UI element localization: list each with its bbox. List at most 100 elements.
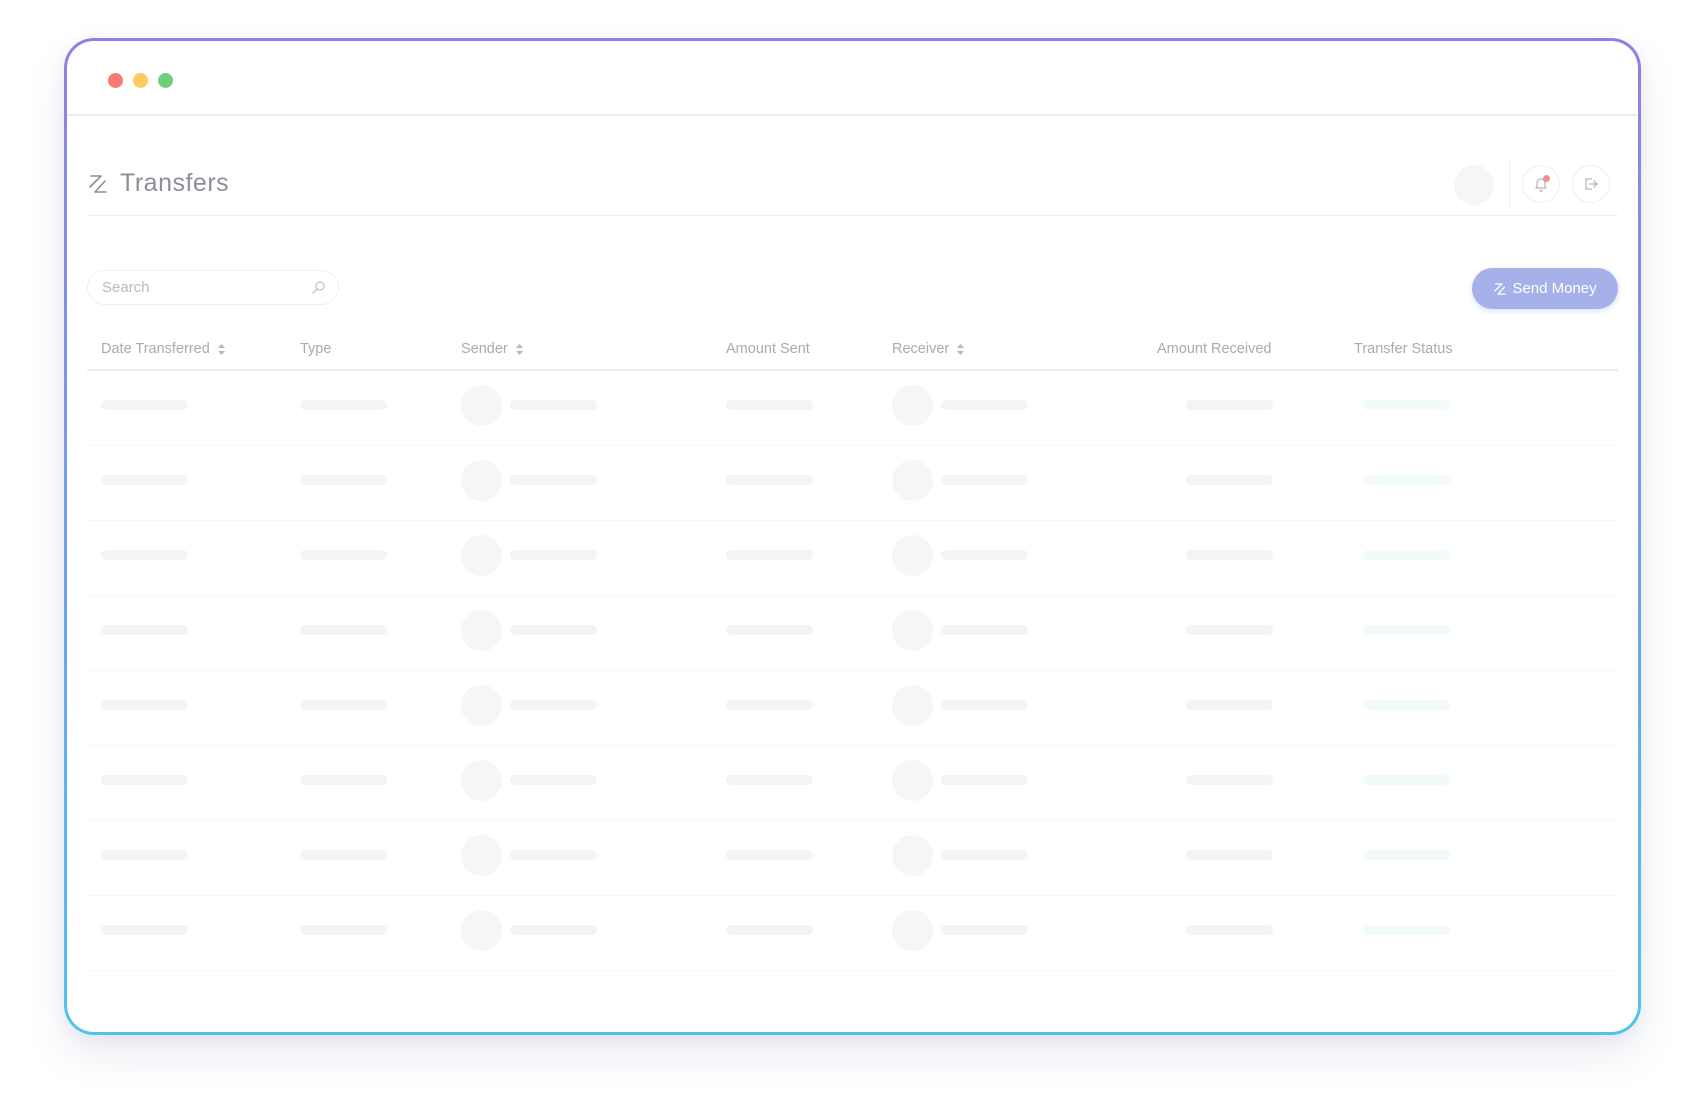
skeleton-placeholder [510, 625, 597, 635]
column-header-date[interactable]: Date Transferred [101, 341, 225, 357]
search-box[interactable] [87, 270, 339, 305]
skeleton-placeholder [300, 400, 387, 410]
table-row[interactable] [87, 371, 1618, 446]
table-row[interactable] [87, 821, 1618, 896]
skeleton-placeholder [300, 850, 387, 860]
column-header-receiver[interactable]: Receiver [892, 341, 965, 357]
skeleton-placeholder [1186, 775, 1273, 785]
skeleton-placeholder [941, 625, 1028, 635]
column-header-transfer-status: Transfer Status [1354, 341, 1453, 357]
skeleton-placeholder [1363, 850, 1450, 860]
skeleton-avatar [892, 835, 933, 876]
avatar[interactable] [1454, 165, 1494, 205]
close-window-button[interactable] [108, 73, 123, 88]
notifications-button[interactable] [1522, 165, 1560, 203]
search-icon [312, 281, 325, 294]
skeleton-placeholder [300, 700, 387, 710]
skeleton-placeholder [1363, 400, 1450, 410]
skeleton-avatar [461, 835, 502, 876]
skeleton-placeholder [941, 925, 1028, 935]
skeleton-avatar [892, 910, 933, 951]
skeleton-placeholder [101, 700, 188, 710]
skeleton-placeholder [1186, 850, 1273, 860]
skeleton-placeholder [1363, 700, 1450, 710]
skeleton-placeholder [300, 475, 387, 485]
transfer-icon [1494, 282, 1507, 295]
app-window: Transfers Search Send Money Date Transfe… [67, 41, 1638, 1032]
table-row[interactable] [87, 596, 1618, 671]
skeleton-placeholder [300, 550, 387, 560]
page-header: Transfers [87, 153, 1618, 216]
skeleton-placeholder [101, 550, 188, 560]
skeleton-placeholder [101, 850, 188, 860]
skeleton-placeholder [300, 625, 387, 635]
skeleton-placeholder [1186, 625, 1273, 635]
logout-icon [1585, 178, 1598, 190]
skeleton-avatar [892, 685, 933, 726]
skeleton-avatar [461, 610, 502, 651]
skeleton-placeholder [1186, 700, 1273, 710]
skeleton-placeholder [726, 775, 813, 785]
table-row[interactable] [87, 521, 1618, 596]
column-header-amount-received: Amount Received [1157, 341, 1272, 357]
skeleton-avatar [461, 535, 502, 576]
table-row[interactable] [87, 446, 1618, 521]
skeleton-placeholder [726, 625, 813, 635]
table-row[interactable] [87, 746, 1618, 821]
table-row[interactable] [87, 671, 1618, 746]
transfers-table: Date Transferred Type Sender Amount Sent… [87, 333, 1618, 971]
search-input[interactable] [102, 271, 302, 304]
skeleton-avatar [892, 610, 933, 651]
skeleton-avatar [892, 760, 933, 801]
skeleton-placeholder [1363, 775, 1450, 785]
skeleton-placeholder [941, 700, 1028, 710]
skeleton-placeholder [726, 925, 813, 935]
table-row[interactable] [87, 896, 1618, 971]
skeleton-placeholder [941, 775, 1028, 785]
skeleton-placeholder [510, 700, 597, 710]
table-body [87, 371, 1618, 971]
skeleton-placeholder [726, 400, 813, 410]
minimize-window-button[interactable] [133, 73, 148, 88]
column-header-amount-sent: Amount Sent [726, 341, 810, 357]
skeleton-placeholder [941, 475, 1028, 485]
notification-badge [1543, 175, 1550, 182]
skeleton-placeholder [941, 850, 1028, 860]
skeleton-placeholder [1186, 400, 1273, 410]
skeleton-placeholder [101, 400, 188, 410]
skeleton-avatar [461, 760, 502, 801]
sort-icon [217, 343, 225, 355]
skeleton-placeholder [1363, 475, 1450, 485]
skeleton-placeholder [300, 925, 387, 935]
header-divider [1509, 161, 1510, 207]
skeleton-avatar [461, 910, 502, 951]
page-title: Transfers [120, 169, 230, 197]
logout-button[interactable] [1572, 165, 1610, 203]
column-header-type: Type [300, 341, 332, 357]
skeleton-placeholder [726, 475, 813, 485]
title-bar [67, 41, 1638, 116]
skeleton-placeholder [510, 925, 597, 935]
app-window-frame: Transfers Search Send Money Date Transfe… [64, 38, 1641, 1035]
table-header: Date Transferred Type Sender Amount Sent… [87, 333, 1618, 371]
skeleton-avatar [461, 685, 502, 726]
maximize-window-button[interactable] [158, 73, 173, 88]
skeleton-avatar [892, 535, 933, 576]
skeleton-placeholder [101, 775, 188, 785]
sort-icon [957, 343, 965, 355]
skeleton-placeholder [101, 475, 188, 485]
skeleton-placeholder [1186, 475, 1273, 485]
send-money-button[interactable]: Send Money [1472, 268, 1618, 309]
send-money-label: Send Money [1512, 280, 1597, 297]
column-header-sender[interactable]: Sender [461, 341, 523, 357]
skeleton-placeholder [510, 850, 597, 860]
skeleton-avatar [892, 460, 933, 501]
skeleton-placeholder [510, 775, 597, 785]
skeleton-avatar [461, 460, 502, 501]
skeleton-placeholder [300, 775, 387, 785]
skeleton-placeholder [726, 550, 813, 560]
skeleton-placeholder [1363, 925, 1450, 935]
skeleton-placeholder [101, 625, 188, 635]
skeleton-placeholder [1363, 625, 1450, 635]
skeleton-placeholder [510, 550, 597, 560]
